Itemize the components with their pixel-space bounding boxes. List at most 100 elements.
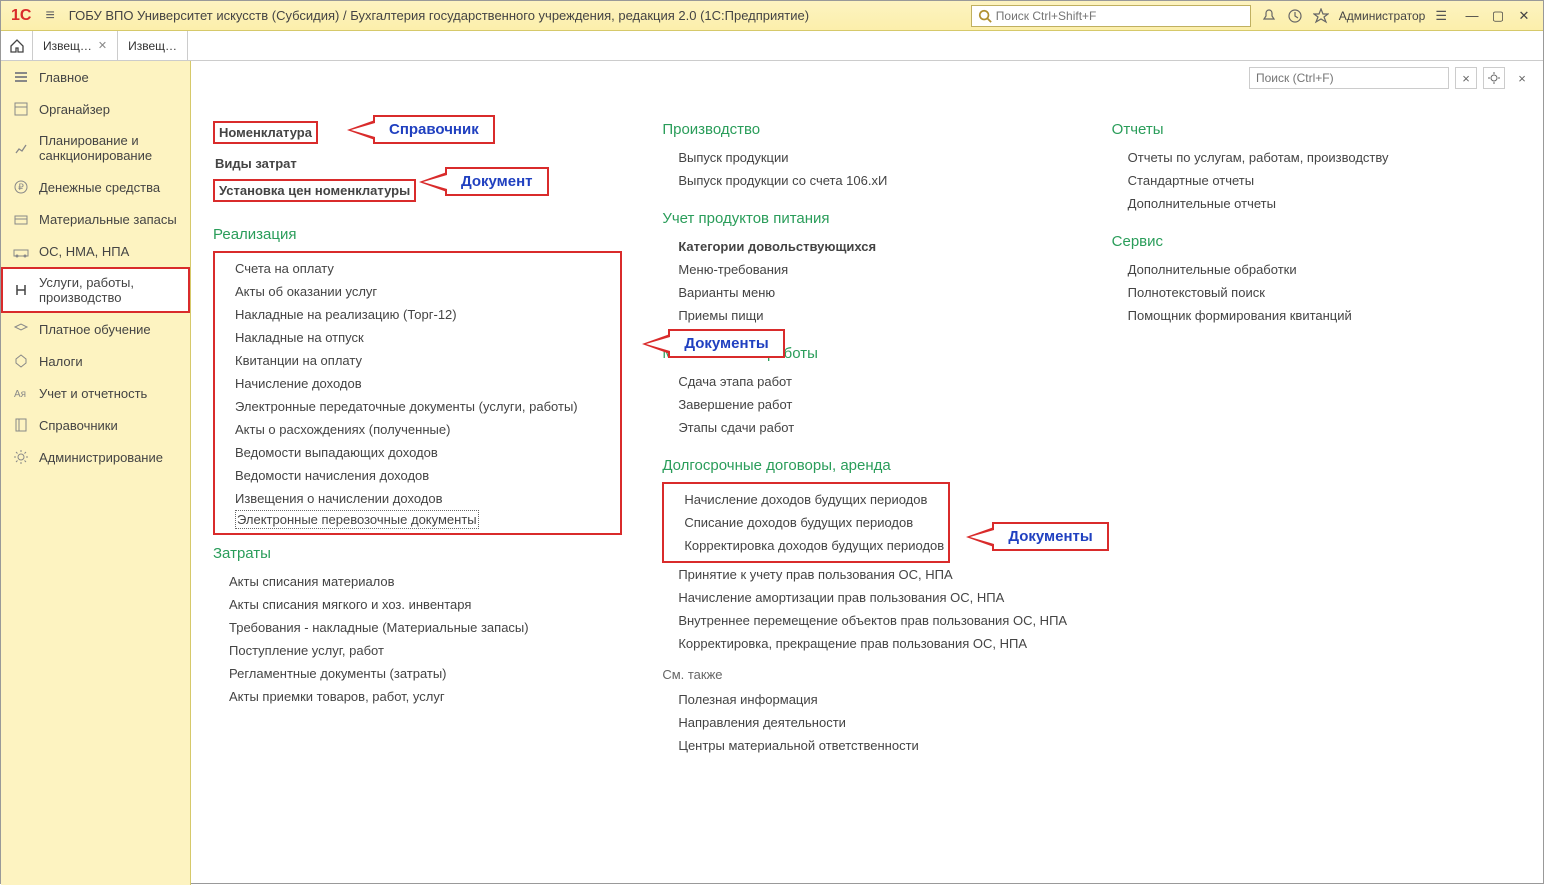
callout-documents-1: Документы [642, 329, 784, 358]
sidebar-item-planning[interactable]: Планирование и санкционирование [1, 125, 190, 171]
link-food-2[interactable]: Варианты меню [662, 281, 1071, 304]
link-cost-types[interactable]: Виды затрат [213, 152, 622, 175]
link-realiz-9[interactable]: Ведомости начисления доходов [219, 464, 616, 487]
minimize-button[interactable]: — [1461, 7, 1483, 25]
global-search[interactable] [971, 5, 1251, 27]
link-food-0[interactable]: Категории довольствующихся [662, 235, 1071, 258]
link-realiz-8[interactable]: Ведомости выпадающих доходов [219, 441, 616, 464]
heading-service: Сервис [1112, 233, 1521, 250]
sidebar-label: Материальные запасы [39, 212, 177, 227]
link-zatr-1[interactable]: Акты списания мягкого и хоз. инвентаря [213, 593, 622, 616]
link-rep-2[interactable]: Дополнительные отчеты [1112, 192, 1521, 215]
link-zatr-5[interactable]: Акты приемки товаров, работ, услуг [213, 685, 622, 708]
close-button[interactable]: ✕ [1513, 7, 1535, 25]
link-srv-1[interactable]: Полнотекстовый поиск [1112, 281, 1521, 304]
bell-icon[interactable] [1261, 8, 1277, 24]
link-dlgr-1[interactable]: Начисление амортизации прав пользования … [662, 586, 1071, 609]
sidebar-label: Налоги [39, 354, 83, 369]
content-area: × × Номенклатура Виды затрат Установка ц… [191, 61, 1543, 885]
home-tab[interactable] [1, 31, 33, 60]
link-dlgr-2[interactable]: Внутреннее перемещение объектов прав пол… [662, 609, 1071, 632]
titlebar-icons: Администратор ☰ [1251, 8, 1457, 24]
sidebar-item-directories[interactable]: Справочники [1, 409, 190, 441]
link-food-3[interactable]: Приемы пищи [662, 304, 1071, 327]
sidebar-item-main[interactable]: Главное [1, 61, 190, 93]
heading-costs: Затраты [213, 545, 622, 562]
sidebar-item-services[interactable]: Услуги, работы, производство [1, 267, 190, 313]
sidebar-item-materials[interactable]: Материальные запасы [1, 203, 190, 235]
link-prod-1[interactable]: Выпуск продукции со счета 106.хИ [662, 169, 1071, 192]
tab-2[interactable]: Извещ… [118, 31, 188, 60]
sidebar-item-education[interactable]: Платное обучение [1, 313, 190, 345]
callout-spravochnik: Справочник [347, 115, 495, 144]
link-prod-0[interactable]: Выпуск продукции [662, 146, 1071, 169]
link-multi-2[interactable]: Этапы сдачи работ [662, 416, 1071, 439]
link-realiz-4[interactable]: Квитанции на оплату [219, 349, 616, 372]
content-search-clear[interactable]: × [1455, 67, 1477, 89]
link-multi-1[interactable]: Завершение работ [662, 393, 1071, 416]
link-realiz-3[interactable]: Накладные на отпуск [219, 326, 616, 349]
link-realiz-1[interactable]: Акты об оказании услуг [219, 280, 616, 303]
see-also-label: См. также [662, 667, 1071, 682]
realization-box: Счета на оплату Акты об оказании услуг Н… [213, 251, 622, 535]
link-srv-2[interactable]: Помощник формирования квитанций [1112, 304, 1521, 327]
username[interactable]: Администратор [1339, 9, 1426, 23]
link-realiz-6[interactable]: Электронные передаточные документы (услу… [219, 395, 616, 418]
link-srv-0[interactable]: Дополнительные обработки [1112, 258, 1521, 281]
link-see-1[interactable]: Направления деятельности [662, 711, 1071, 734]
link-realiz-11[interactable]: Электронные перевозочные документы [235, 510, 479, 529]
sidebar-label: Планирование и санкционирование [39, 133, 178, 163]
link-pricing[interactable]: Установка цен номенклатуры [219, 183, 410, 198]
sidebar-item-taxes[interactable]: Налоги [1, 345, 190, 377]
link-rep-1[interactable]: Стандартные отчеты [1112, 169, 1521, 192]
hamburger-icon[interactable]: ≡ [37, 7, 62, 25]
menu-lines-icon[interactable]: ☰ [1435, 8, 1447, 24]
sidebar-label: Администрирование [39, 450, 163, 465]
link-zatr-0[interactable]: Акты списания материалов [213, 570, 622, 593]
link-see-0[interactable]: Полезная информация [662, 688, 1071, 711]
link-zatr-4[interactable]: Регламентные документы (затраты) [213, 662, 622, 685]
sidebar-label: Платное обучение [39, 322, 151, 337]
link-realiz-10[interactable]: Извещения о начислении доходов [219, 487, 616, 510]
sidebar-item-admin[interactable]: Администрирование [1, 441, 190, 473]
search-icon [978, 9, 992, 23]
sidebar-item-os[interactable]: ОС, НМА, НПА [1, 235, 190, 267]
link-nomenclature[interactable]: Номенклатура [219, 125, 312, 140]
link-food-1[interactable]: Меню-требования [662, 258, 1071, 281]
link-realiz-7[interactable]: Акты о расхождениях (полученные) [219, 418, 616, 441]
tab-1-close[interactable]: ✕ [98, 39, 107, 52]
tab-1[interactable]: Извещ…✕ [33, 31, 118, 60]
link-see-2[interactable]: Центры материальной ответственности [662, 734, 1071, 757]
link-dlg-1[interactable]: Списание доходов будущих периодов [668, 511, 944, 534]
star-icon[interactable] [1313, 8, 1329, 24]
link-dlg-2[interactable]: Корректировка доходов будущих периодов [668, 534, 944, 557]
heading-production: Производство [662, 121, 1071, 138]
link-realiz-2[interactable]: Накладные на реализацию (Торг-12) [219, 303, 616, 326]
link-dlgr-0[interactable]: Принятие к учету прав пользования ОС, НП… [662, 563, 1071, 586]
maximize-button[interactable]: ▢ [1487, 7, 1509, 25]
history-icon[interactable] [1287, 8, 1303, 24]
link-dlg-0[interactable]: Начисление доходов будущих периодов [668, 488, 944, 511]
logo-1c: 1C [5, 7, 37, 25]
link-realiz-5[interactable]: Начисление доходов [219, 372, 616, 395]
content-close[interactable]: × [1511, 67, 1533, 89]
sidebar-item-money[interactable]: ₽Денежные средства [1, 171, 190, 203]
window-buttons: — ▢ ✕ [1457, 7, 1539, 25]
sidebar-label: ОС, НМА, НПА [39, 244, 129, 259]
sidebar-item-organizer[interactable]: Органайзер [1, 93, 190, 125]
link-zatr-3[interactable]: Поступление услуг, работ [213, 639, 622, 662]
content-search-input[interactable] [1249, 67, 1449, 89]
link-rep-0[interactable]: Отчеты по услугам, работам, производству [1112, 146, 1521, 169]
window-title: ГОБУ ВПО Университет искусств (Субсидия)… [63, 8, 971, 23]
svg-text:Ая: Ая [14, 389, 26, 400]
link-nomenclature-boxed: Номенклатура [213, 121, 318, 144]
link-multi-0[interactable]: Сдача этапа работ [662, 370, 1071, 393]
link-zatr-2[interactable]: Требования - накладные (Материальные зап… [213, 616, 622, 639]
longterm-box: Начисление доходов будущих периодов Спис… [662, 482, 950, 563]
link-realiz-0[interactable]: Счета на оплату [219, 257, 616, 280]
heading-realization: Реализация [213, 226, 622, 243]
global-search-input[interactable] [996, 9, 1244, 23]
link-dlgr-3[interactable]: Корректировка, прекращение прав пользова… [662, 632, 1071, 655]
sidebar-item-accounting[interactable]: АяУчет и отчетность [1, 377, 190, 409]
content-settings-icon[interactable] [1483, 67, 1505, 89]
